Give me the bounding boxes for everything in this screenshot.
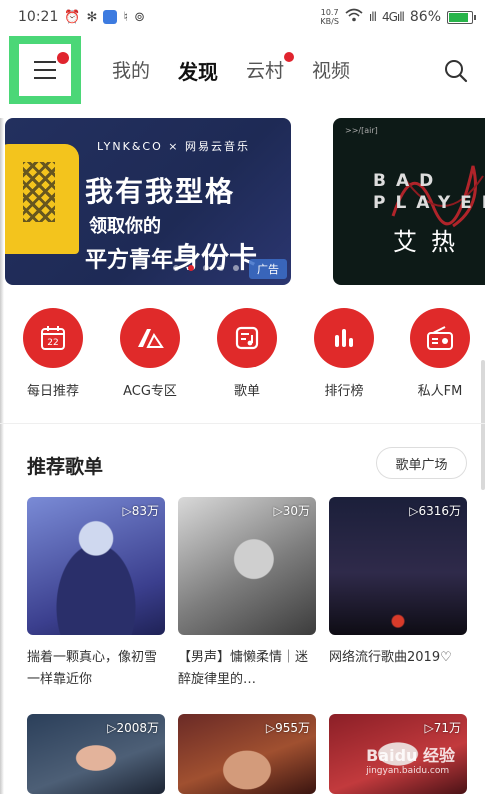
playlist-card[interactable]: ▷6316万 网络流行歌曲2019♡: [329, 497, 467, 691]
playlist-card[interactable]: ▷30万 【男声】慵懒柔情｜迷醉旋律里的…: [178, 497, 316, 691]
category-acg-label: ACG专区: [123, 384, 177, 399]
acg-icon[interactable]: [120, 308, 180, 368]
search-icon[interactable]: [443, 58, 469, 84]
tab-cloud-village[interactable]: 云村: [246, 52, 295, 85]
playlist-card[interactable]: ▷83万 揣着一颗真心，像初雪一样靠近你: [27, 497, 165, 691]
wifi-icon: [345, 8, 363, 26]
play-count: ▷955万: [265, 721, 310, 735]
playlist-title: 揣着一颗真心，像初雪一样靠近你: [27, 650, 158, 687]
playlist-cover[interactable]: ▷6316万: [329, 497, 467, 635]
page-dot: [218, 265, 224, 271]
banner-subline-2a: 平方青年: [85, 248, 174, 273]
shield-app-icon: [103, 10, 118, 24]
page-dot: [173, 265, 179, 271]
category-daily[interactable]: 22 每日推荐: [13, 308, 93, 399]
network-speed-value: 10.7: [320, 8, 339, 17]
battery-percent: 86%: [409, 9, 441, 25]
section-title: 推荐歌单: [27, 456, 104, 478]
top-nav: 我的 发现 云村 视频: [0, 34, 485, 106]
banner-pagination: [173, 265, 239, 271]
status-bar: 10:21 ⏰ ✻ ♮ ⊚ 10.7 KB/S ıll 4Gıll 86%: [0, 0, 485, 34]
playlist-card[interactable]: ▷2008万: [27, 714, 165, 794]
play-count: ▷2008万: [107, 721, 159, 735]
menu-button-highlight[interactable]: [9, 36, 81, 104]
nav-tabs: 我的 发现 云村 视频: [112, 52, 378, 85]
banner-headline: 我有我型格: [85, 175, 236, 208]
play-count: ▷71万: [424, 721, 462, 735]
banner-carousel[interactable]: LYNK&CO × 网易云音乐 我有我型格 领取你的 平方青年身份卡 广告 >>…: [0, 118, 485, 286]
category-acg[interactable]: ACG专区: [110, 308, 190, 399]
page-dot: [203, 265, 209, 271]
bluetooth-icon: ✻: [86, 9, 98, 25]
alarm-icon: ⏰: [64, 9, 81, 25]
page-dot: [233, 265, 239, 271]
banner-slide-next[interactable]: >>/[air] BADPLAYER 艾热: [333, 118, 485, 285]
signal-icon-1: ıll: [368, 10, 377, 24]
tab-discover[interactable]: 发现: [178, 56, 218, 85]
category-charts[interactable]: 排行榜: [304, 308, 384, 399]
playlist-square-button[interactable]: 歌单广场: [376, 447, 467, 479]
play-count: ▷30万: [273, 504, 311, 518]
battery-icon: [447, 10, 476, 24]
banner-next-tag: >>/[air]: [345, 126, 378, 135]
banner-next-line1: BAD: [373, 171, 444, 191]
ad-label: 广告: [249, 259, 287, 279]
category-fm-label: 私人FM: [417, 384, 463, 399]
playlist-title: 【男声】慵懒柔情｜迷醉旋律里的…: [178, 650, 309, 687]
playlist-card[interactable]: ▷955万: [178, 714, 316, 794]
banner-next-artist: 艾热: [393, 228, 469, 256]
banner-jacket-image: [5, 144, 79, 254]
tab-cloud-village-label: 云村: [246, 60, 285, 82]
tab-badge-dot: [284, 52, 295, 62]
hamburger-menu-icon[interactable]: [19, 44, 71, 96]
radio-icon[interactable]: [410, 308, 470, 368]
playlist-title: 网络流行歌曲2019♡: [329, 650, 452, 665]
category-playlist-label: 歌单: [233, 384, 260, 399]
category-row: 22 每日推荐 ACG专区 歌单 排行榜 私人FM: [0, 308, 485, 406]
svg-text:22: 22: [47, 338, 58, 348]
watermark-line2: jingyan.baidu.com: [366, 766, 450, 776]
watermark-line1: Baidu 经验: [366, 746, 455, 765]
notification-dot: [57, 52, 69, 64]
calendar-icon[interactable]: 22: [23, 308, 83, 368]
battery-fill: [449, 12, 468, 22]
divider: [0, 423, 485, 424]
qq-icon: ♮: [123, 9, 129, 25]
chart-bars-icon[interactable]: [314, 308, 374, 368]
weibo-icon: ⊚: [134, 9, 146, 25]
signal-icon-2: 4Gıll: [381, 10, 405, 24]
banner-subline-1: 领取你的: [89, 216, 161, 237]
network-speed-unit: KB/S: [320, 17, 339, 26]
banner-slide-current[interactable]: LYNK&CO × 网易云音乐 我有我型格 领取你的 平方青年身份卡 广告: [5, 118, 291, 285]
status-time: 10:21: [18, 9, 59, 25]
baidu-watermark: Baidu 经验 jingyan.baidu.com: [366, 742, 455, 776]
playlist-cover[interactable]: ▷83万: [27, 497, 165, 635]
category-fm[interactable]: 私人FM: [400, 308, 480, 399]
category-playlist[interactable]: 歌单: [207, 308, 287, 399]
page-dot-active: [188, 265, 194, 271]
playlist-cover[interactable]: ▷2008万: [27, 714, 165, 794]
playlist-cover[interactable]: ▷955万: [178, 714, 316, 794]
category-daily-label: 每日推荐: [26, 384, 79, 399]
tab-video[interactable]: 视频: [312, 56, 350, 85]
playlist-cover[interactable]: ▷30万: [178, 497, 316, 635]
banner-next-title: BADPLAYER: [373, 170, 485, 214]
play-count: ▷83万: [122, 504, 160, 518]
tab-mine[interactable]: 我的: [112, 56, 150, 85]
banner-brand: LYNK&CO × 网易云音乐: [97, 140, 250, 153]
category-charts-label: 排行榜: [324, 384, 364, 399]
playlist-icon[interactable]: [217, 308, 277, 368]
play-count: ▷6316万: [409, 504, 461, 518]
network-speed: 10.7 KB/S: [320, 8, 339, 26]
banner-next-line2: PLAYER: [373, 193, 485, 213]
